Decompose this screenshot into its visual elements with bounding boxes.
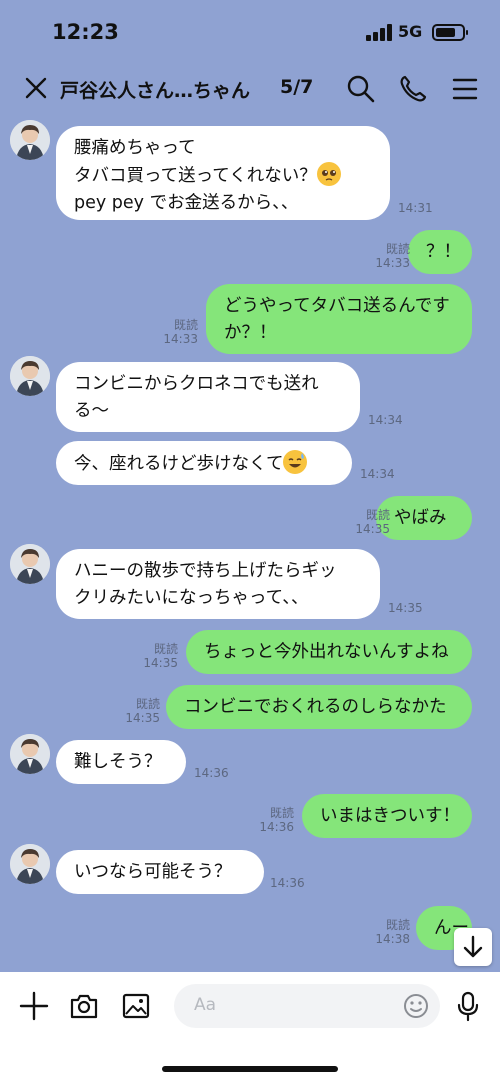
message-time: 14:33: [163, 332, 198, 346]
incoming-message[interactable]: コンビニからクロネコでも送れ る〜: [56, 362, 360, 432]
incoming-message[interactable]: 今、座れるけど歩けなくて: [56, 441, 352, 485]
read-receipt: 既読: [385, 242, 410, 256]
message-text: ？！: [426, 242, 461, 262]
message-meta: 14:36: [194, 766, 229, 780]
chat-header: 戸谷公人さん…ちゃん 5/7: [0, 62, 500, 116]
message-time: 14:35: [125, 711, 160, 725]
outgoing-message[interactable]: ちょっと今外出れないんすよね: [186, 630, 472, 674]
read-receipt: 既読: [173, 318, 198, 332]
message-time: 14:35: [388, 601, 423, 615]
message-input[interactable]: Aa: [174, 984, 440, 1028]
message-meta: 既読 14:35: [138, 642, 178, 670]
message-line: pey pey でお金送るから、、: [74, 193, 299, 213]
message-time: 14:36: [194, 766, 229, 780]
message-meta: 既読 14:33: [158, 318, 198, 346]
message-meta: 既読 14:35: [120, 697, 160, 725]
avatar[interactable]: [10, 844, 50, 884]
read-receipt: 既読: [365, 508, 390, 522]
signal-icon: [366, 24, 392, 41]
menu-icon[interactable]: [450, 74, 480, 104]
avatar[interactable]: [10, 356, 50, 396]
avatar[interactable]: [10, 120, 50, 160]
message-time: 14:38: [375, 932, 410, 946]
message-line: 腰痛めちゃって: [74, 138, 196, 158]
message-line: か？！: [224, 323, 277, 343]
incoming-message[interactable]: 難しそう？: [56, 740, 186, 784]
message-line: る〜: [74, 401, 109, 421]
message-meta: 14:35: [388, 601, 423, 615]
message-meta: 14:31: [398, 201, 433, 215]
outgoing-message[interactable]: どうやってタバコ送るんです か？！: [206, 284, 472, 354]
read-receipt: 既読: [385, 918, 410, 932]
status-time: 12:23: [52, 20, 119, 44]
message-time: 14:35: [143, 656, 178, 670]
message-meta: 14:34: [368, 413, 403, 427]
chat-title[interactable]: 戸谷公人さん…ちゃん: [60, 76, 250, 103]
sweat-smile-icon: [283, 450, 308, 474]
message-time: 14:36: [259, 820, 294, 834]
arrow-down-icon: [463, 935, 483, 958]
microphone-icon[interactable]: [452, 990, 484, 1022]
pleading-face-icon: [316, 162, 341, 186]
message-line: クリみたいになっちゃって、、: [74, 588, 309, 608]
camera-icon[interactable]: [68, 990, 100, 1022]
image-icon[interactable]: [120, 990, 152, 1022]
message-text: 難しそう？: [74, 752, 162, 772]
message-text: ちょっと今外出れないんすよね: [204, 642, 449, 662]
emoji-icon[interactable]: [402, 992, 430, 1020]
message-line: ハニーの散歩で持ち上げたらギッ: [74, 561, 337, 581]
plus-icon[interactable]: [18, 990, 50, 1022]
message-line: コンビニからクロネコでも送れ: [74, 374, 319, 394]
message-input-placeholder: Aa: [194, 995, 217, 1015]
message-meta: 既読 14:35: [350, 508, 390, 536]
battery-level: [436, 28, 455, 37]
message-text: 今、座れるけど歩けなくて: [74, 454, 284, 474]
read-receipt: 既読: [153, 642, 178, 656]
page-count: 5/7: [280, 76, 314, 98]
battery-icon: [432, 24, 468, 41]
search-icon[interactable]: [346, 74, 376, 104]
home-indicator: [162, 1066, 338, 1072]
read-receipt: 既読: [269, 806, 294, 820]
network-label: 5G: [398, 22, 423, 41]
message-meta: 既読 14:36: [254, 806, 294, 834]
scroll-down-button[interactable]: [454, 928, 492, 966]
message-time: 14:34: [360, 467, 395, 481]
message-text: コンビニでおくれるのしらなかた: [184, 697, 447, 717]
message-composer: Aa: [0, 972, 500, 1082]
incoming-message[interactable]: いつなら可能そう？: [56, 850, 264, 894]
message-time: 14:34: [368, 413, 403, 427]
message-text: いつなら可能そう？: [74, 862, 232, 882]
message-meta: 既読 14:38: [370, 918, 410, 946]
outgoing-message[interactable]: やばみ: [376, 496, 472, 540]
message-time: 14:36: [270, 876, 305, 890]
outgoing-message[interactable]: いまはきついす！: [302, 794, 472, 838]
close-icon[interactable]: [22, 74, 50, 102]
avatar[interactable]: [10, 734, 50, 774]
phone-icon[interactable]: [398, 74, 428, 104]
message-text: やばみ: [394, 508, 447, 528]
message-meta: 14:36: [270, 876, 305, 890]
message-meta: 14:34: [360, 467, 395, 481]
outgoing-message[interactable]: コンビニでおくれるのしらなかた: [166, 685, 472, 729]
message-line: タバコ買って送ってくれない？: [74, 162, 372, 190]
message-text: いまはきついす！: [320, 806, 460, 826]
message-line: どうやってタバコ送るんです: [224, 296, 450, 316]
incoming-message[interactable]: ハニーの散歩で持ち上げたらギッ クリみたいになっちゃって、、: [56, 549, 380, 619]
message-time: 14:35: [355, 522, 390, 536]
incoming-message[interactable]: 腰痛めちゃってタバコ買って送ってくれない？ pey pey でお金送るから、、: [56, 126, 390, 220]
status-bar: 12:23 5G: [0, 0, 500, 62]
read-receipt: 既読: [135, 697, 160, 711]
message-time: 14:33: [375, 256, 410, 270]
outgoing-message[interactable]: ？！: [408, 230, 472, 274]
message-time: 14:31: [398, 201, 433, 215]
avatar[interactable]: [10, 544, 50, 584]
message-meta: 既読 14:33: [370, 242, 410, 270]
